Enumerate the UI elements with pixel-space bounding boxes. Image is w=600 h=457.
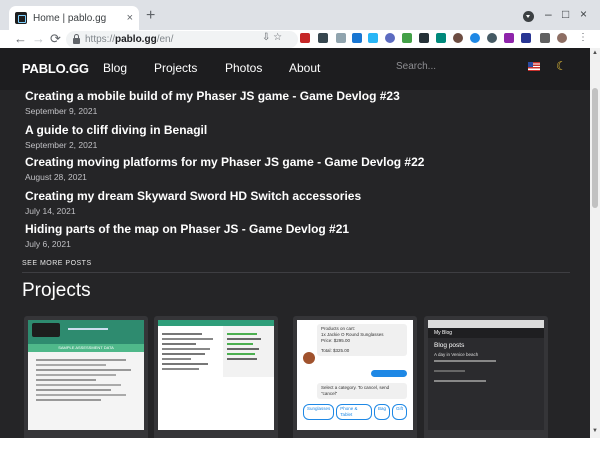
extension-icon[interactable]	[318, 33, 328, 43]
forward-button[interactable]: →	[32, 31, 45, 47]
site-header: PABLO.GG Blog Projects Photos About ☾	[0, 48, 590, 90]
extension-icon[interactable]	[521, 33, 531, 43]
post-date: July 6, 2021	[25, 239, 71, 249]
post-title[interactable]: Creating moving platforms for my Phaser …	[25, 155, 424, 169]
scrollbar-thumb[interactable]	[592, 88, 598, 208]
extensions-puzzle-icon[interactable]	[540, 33, 550, 43]
window-bottom	[0, 438, 600, 457]
nav-photos[interactable]: Photos	[225, 61, 262, 75]
extension-icon[interactable]	[419, 33, 429, 43]
nav-blog[interactable]: Blog	[103, 61, 127, 75]
extension-icon[interactable]	[336, 33, 346, 43]
minimize-button[interactable]: –	[545, 7, 552, 21]
tab-close-icon[interactable]: ×	[127, 12, 133, 24]
moon-icon[interactable]: ☾	[556, 59, 567, 73]
section-divider	[22, 272, 570, 273]
tab-strip: Home | pablo.gg × + – □ ×	[0, 0, 600, 30]
menu-kebab-icon[interactable]: ⋮	[578, 33, 588, 43]
post-item[interactable]: A guide to cliff diving in Benagil Septe…	[25, 123, 207, 150]
extension-icon[interactable]	[453, 33, 463, 43]
post-title[interactable]: Creating my dream Skyward Sword HD Switc…	[25, 189, 361, 203]
post-item[interactable]: Creating moving platforms for my Phaser …	[25, 155, 424, 182]
tab-title: Home | pablo.gg	[33, 12, 107, 24]
extension-icon[interactable]	[487, 33, 497, 43]
post-item[interactable]: Creating my dream Skyward Sword HD Switc…	[25, 189, 361, 216]
extension-icon[interactable]	[368, 33, 378, 43]
post-date: July 14, 2021	[25, 206, 76, 216]
post-title[interactable]: Hiding parts of the map on Phaser JS - G…	[25, 222, 349, 236]
post-date: September 2, 2021	[25, 140, 98, 150]
post-title[interactable]: Creating a mobile build of my Phaser JS …	[25, 89, 400, 103]
project-thumbnail: SAMPLE ASSESSMENT DATA	[28, 320, 144, 430]
maximize-button[interactable]: □	[562, 7, 569, 21]
project-card[interactable]: My Blog Blog posts A day in Venice beach	[424, 316, 548, 438]
new-tab-button[interactable]: +	[146, 8, 155, 24]
post-date: August 28, 2021	[25, 172, 87, 182]
project-card[interactable]: SAMPLE ASSESSMENT DATA	[24, 316, 148, 438]
project-thumbnail: My Blog Blog posts A day in Venice beach	[428, 320, 544, 430]
tab-search-icon[interactable]	[523, 11, 534, 22]
reload-button[interactable]: ⟳	[50, 31, 61, 47]
extension-icon[interactable]	[470, 33, 480, 43]
site-logo[interactable]: PABLO.GG	[22, 61, 89, 76]
thumb-banner: SAMPLE ASSESSMENT DATA	[28, 344, 144, 352]
page-scrollbar[interactable]: ▲ ▼	[590, 48, 600, 438]
projects-heading: Projects	[22, 280, 91, 301]
see-more-posts-link[interactable]: SEE MORE POSTS	[22, 260, 92, 267]
scroll-down-icon[interactable]: ▼	[592, 428, 598, 434]
post-item[interactable]: Creating a mobile build of my Phaser JS …	[25, 89, 400, 116]
us-flag-icon[interactable]	[528, 62, 540, 71]
project-thumbnail	[158, 320, 274, 430]
bookmark-star-icon[interactable]: ⇩ ☆	[262, 32, 282, 43]
scroll-up-icon[interactable]: ▲	[592, 50, 598, 56]
nav-about[interactable]: About	[289, 61, 320, 75]
search-input[interactable]	[396, 61, 506, 72]
extension-icon[interactable]	[300, 33, 310, 43]
extension-icon[interactable]	[402, 33, 412, 43]
nav-projects[interactable]: Projects	[154, 61, 197, 75]
extension-icon[interactable]	[504, 33, 514, 43]
extension-icon[interactable]	[352, 33, 362, 43]
close-window-button[interactable]: ×	[580, 7, 587, 21]
lock-icon	[73, 34, 80, 44]
tab-home[interactable]: Home | pablo.gg ×	[9, 6, 139, 30]
extension-icon[interactable]	[385, 33, 395, 43]
post-date: September 9, 2021	[25, 106, 98, 116]
page-viewport: PABLO.GG Blog Projects Photos About ☾ Cr…	[0, 48, 590, 438]
url-text: https://pablo.gg/en/	[85, 34, 174, 45]
project-card[interactable]	[154, 316, 278, 438]
site-favicon-icon	[15, 12, 27, 24]
extension-icon[interactable]	[436, 33, 446, 43]
post-title[interactable]: A guide to cliff diving in Benagil	[25, 123, 207, 137]
post-item[interactable]: Hiding parts of the map on Phaser JS - G…	[25, 222, 349, 249]
project-thumbnail: Products on cart: 1x Jackie O Round Sung…	[297, 320, 413, 430]
project-card[interactable]: Products on cart: 1x Jackie O Round Sung…	[293, 316, 417, 438]
profile-avatar[interactable]	[557, 33, 567, 43]
back-button[interactable]: ←	[14, 31, 27, 47]
